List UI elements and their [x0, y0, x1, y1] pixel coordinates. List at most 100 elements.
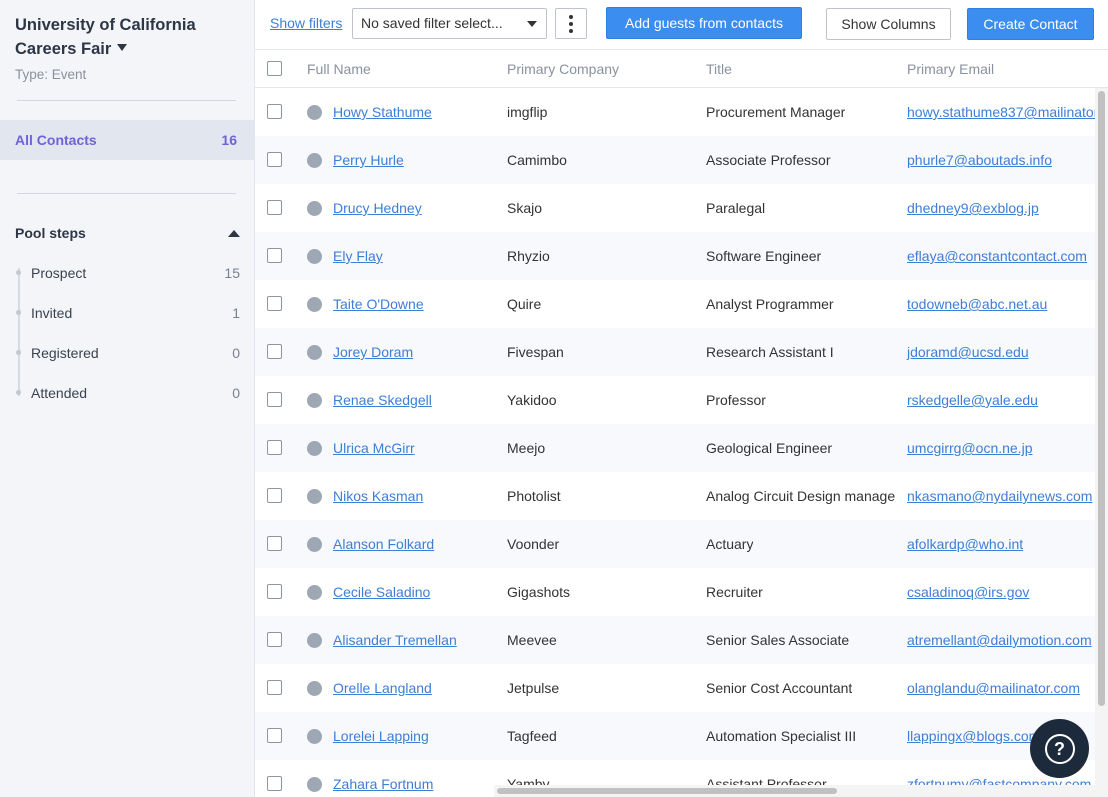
contact-name-link[interactable]: Cecile Saladino [333, 584, 430, 600]
pool-step-prospect[interactable]: Prospect 15 [16, 262, 240, 284]
vertical-scrollbar[interactable] [1095, 88, 1108, 797]
event-title[interactable]: University of California Careers Fair [15, 13, 240, 61]
pool-step-invited[interactable]: Invited 1 [16, 302, 240, 324]
row-checkbox[interactable] [267, 152, 282, 167]
contact-name-link[interactable]: Taite O'Downe [333, 296, 424, 312]
row-checkbox[interactable] [267, 488, 282, 503]
contact-name-link[interactable]: Alisander Tremellan [333, 632, 457, 648]
pool-step-registered[interactable]: Registered 0 [16, 342, 240, 364]
scrollbar-thumb[interactable] [1098, 91, 1105, 706]
contact-email-link[interactable]: nkasmano@nydailynews.com [907, 488, 1092, 504]
contact-company: Yakidoo [507, 392, 557, 408]
table-row[interactable]: Nikos Kasman Photolist Analog Circuit Desi… [255, 472, 1108, 520]
contact-email-link[interactable]: atremellant@dailymotion.com [907, 632, 1092, 648]
contact-name-link[interactable]: Alanson Folkard [333, 536, 434, 552]
steps-line [18, 268, 20, 396]
pool-steps-header[interactable]: Pool steps [15, 225, 240, 241]
row-checkbox[interactable] [267, 200, 282, 215]
column-header-full-name[interactable]: Full Name [307, 61, 371, 77]
contact-name-link[interactable]: Zahara Fortnum [333, 776, 433, 792]
more-options-button[interactable] [555, 8, 587, 39]
saved-filter-select[interactable]: No saved filter select... [352, 8, 547, 39]
contact-company: Tagfeed [507, 728, 557, 744]
contact-email-link[interactable]: eflaya@constantcontact.com [907, 248, 1087, 264]
column-header-primary-email[interactable]: Primary Email [907, 61, 994, 77]
contact-email-link[interactable]: dhedney9@exblog.jp [907, 200, 1039, 216]
table-row[interactable]: Perry Hurle Camimbo Associate Professor phu… [255, 136, 1108, 184]
row-checkbox[interactable] [267, 392, 282, 407]
contact-name-link[interactable]: Perry Hurle [333, 152, 404, 168]
contact-name-link[interactable]: Ely Flay [333, 248, 383, 264]
contact-email-link[interactable]: olanglandu@mailinator.com [907, 680, 1080, 696]
contact-name-link[interactable]: Orelle Langland [333, 680, 432, 696]
contact-company: Skajo [507, 200, 543, 216]
show-columns-button[interactable]: Show Columns [826, 8, 951, 40]
row-checkbox[interactable] [267, 680, 282, 695]
avatar [307, 249, 322, 264]
create-contact-button[interactable]: Create Contact [967, 8, 1094, 40]
table-row[interactable]: Taite O'Downe Quire Analyst Programmer todo… [255, 280, 1108, 328]
table-row[interactable]: Alanson Folkard Voonder Actuary afolkardp@w… [255, 520, 1108, 568]
table-row[interactable]: Howy Stathume imgflip Procurement Manager h… [255, 88, 1108, 136]
contact-name-link[interactable]: Ulrica McGirr [333, 440, 415, 456]
contact-email-link[interactable]: afolkardp@who.int [907, 536, 1023, 552]
table-row[interactable]: Orelle Langland Jetpulse Senior Cost Accou… [255, 664, 1108, 712]
table-row[interactable]: Alisander Tremellan Meevee Senior Sales As… [255, 616, 1108, 664]
column-header-title[interactable]: Title [706, 61, 732, 77]
contact-name-link[interactable]: Nikos Kasman [333, 488, 423, 504]
avatar [307, 489, 322, 504]
horizontal-scrollbar[interactable] [494, 785, 1095, 797]
table-row[interactable]: Jorey Doram Fivespan Research Assistant I j… [255, 328, 1108, 376]
row-checkbox[interactable] [267, 248, 282, 263]
contact-company: Jetpulse [507, 680, 560, 696]
contact-email-link[interactable]: rskedgelle@yale.edu [907, 392, 1038, 408]
caret-up-icon[interactable] [228, 229, 240, 237]
kebab-dot-icon [569, 14, 573, 19]
contact-name-link[interactable]: Drucy Hedney [333, 200, 422, 216]
contact-name-link[interactable]: Jorey Doram [333, 344, 413, 360]
row-checkbox[interactable] [267, 536, 282, 551]
row-checkbox[interactable] [267, 440, 282, 455]
row-checkbox[interactable] [267, 344, 282, 359]
contact-email-link[interactable]: csaladinoq@irs.gov [907, 584, 1029, 600]
contact-email-link[interactable]: llappingx@blogs.com [907, 728, 1040, 744]
help-button[interactable]: ? [1030, 719, 1089, 778]
table-row[interactable]: Renae Skedgell Yakidoo Professor rskedgelle… [255, 376, 1108, 424]
avatar [307, 153, 322, 168]
table-row[interactable]: Ulrica McGirr Meejo Geological Engineer umc… [255, 424, 1108, 472]
contact-email-link[interactable]: todowneb@abc.net.au [907, 296, 1047, 312]
row-checkbox[interactable] [267, 632, 282, 647]
contact-name-link[interactable]: Lorelei Lapping [333, 728, 429, 744]
row-checkbox[interactable] [267, 296, 282, 311]
contact-email-link[interactable]: phurle7@aboutads.info [907, 152, 1052, 168]
table-row[interactable]: Cecile Saladino Gigashots Recruiter csaladi… [255, 568, 1108, 616]
contact-name-link[interactable]: Renae Skedgell [333, 392, 432, 408]
contact-name-link[interactable]: Howy Stathume [333, 104, 432, 120]
column-header-primary-company[interactable]: Primary Company [507, 61, 619, 77]
select-all-checkbox[interactable] [267, 61, 282, 76]
avatar [307, 633, 322, 648]
row-checkbox[interactable] [267, 104, 282, 119]
table-row[interactable]: Ely Flay Rhyzio Software Engineer eflaya@co… [255, 232, 1108, 280]
row-checkbox[interactable] [267, 584, 282, 599]
add-guests-button[interactable]: Add guests from contacts [606, 7, 802, 39]
scrollbar-thumb[interactable] [497, 788, 837, 794]
step-dot-icon [16, 390, 21, 395]
question-icon: ? [1044, 733, 1075, 764]
avatar [307, 441, 322, 456]
table-row[interactable]: Lorelei Lapping Tagfeed Automation Special… [255, 712, 1108, 760]
contact-title: Research Assistant I [706, 344, 834, 360]
row-checkbox[interactable] [267, 728, 282, 743]
caret-down-icon[interactable] [117, 44, 128, 52]
contact-email-link[interactable]: jdoramd@ucsd.edu [907, 344, 1029, 360]
avatar [307, 681, 322, 696]
contact-email-link[interactable]: howy.stathume837@mailinator.com [907, 104, 1108, 120]
contacts-table: Full Name Primary Company Title Primary … [255, 49, 1108, 797]
row-checkbox[interactable] [267, 776, 282, 791]
pool-step-attended[interactable]: Attended 0 [16, 382, 240, 404]
show-filters-link[interactable]: Show filters [270, 15, 342, 31]
sidebar-item-all-contacts[interactable]: All Contacts 16 [0, 120, 254, 160]
contact-email-link[interactable]: umcgirrg@ocn.ne.jp [907, 440, 1033, 456]
contact-title: Software Engineer [706, 248, 822, 264]
table-row[interactable]: Drucy Hedney Skajo Paralegal dhedney9@exblo… [255, 184, 1108, 232]
